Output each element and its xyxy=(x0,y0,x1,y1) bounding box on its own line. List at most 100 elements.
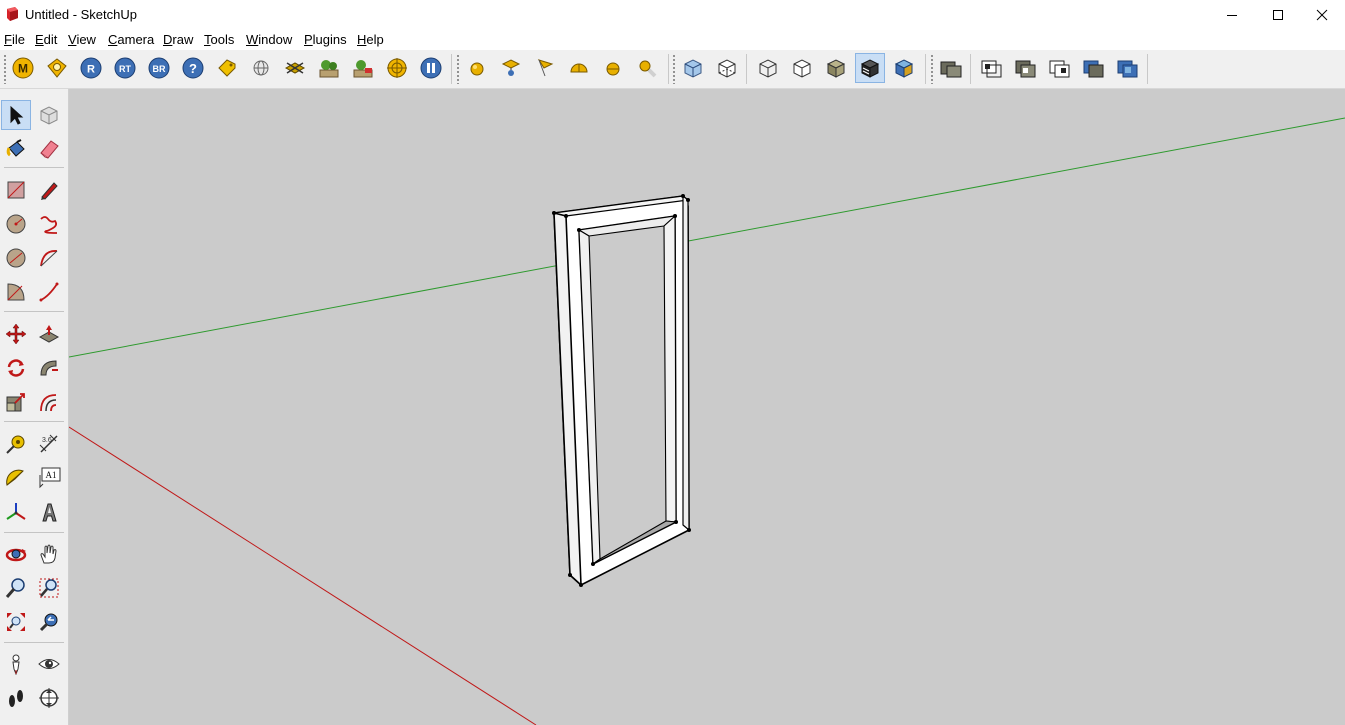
orbit-tool[interactable] xyxy=(1,539,31,569)
menu-help[interactable]: Help xyxy=(357,32,384,47)
close-button[interactable] xyxy=(1299,0,1345,30)
shaded-button[interactable] xyxy=(821,53,851,83)
hidden-line-button[interactable] xyxy=(787,53,817,83)
section-plane-tool[interactable] xyxy=(34,683,64,713)
three-point-arc-tool[interactable] xyxy=(34,277,64,307)
scale-tool[interactable] xyxy=(1,387,31,417)
move-tool[interactable] xyxy=(1,319,31,349)
wireframe-cube-icon xyxy=(759,59,777,78)
dimension-tool[interactable]: 3.6 xyxy=(34,429,64,459)
geolocation-button[interactable] xyxy=(314,53,344,83)
walk-tool[interactable] xyxy=(1,683,31,713)
back-edges-button[interactable] xyxy=(712,53,742,83)
axes-tool[interactable] xyxy=(1,497,31,527)
menu-view[interactable]: View xyxy=(68,32,96,47)
extension-warehouse-button[interactable] xyxy=(42,53,72,83)
toolbar-button-m[interactable]: M xyxy=(8,53,38,83)
zoom-window-tool[interactable] xyxy=(34,573,64,603)
polygon-tool[interactable] xyxy=(1,243,31,273)
menu-camera[interactable]: Camera xyxy=(108,32,154,47)
toolbar-grip[interactable] xyxy=(456,54,460,84)
target-button[interactable] xyxy=(382,53,412,83)
help-button[interactable]: ? xyxy=(178,53,208,83)
toolbar-grip[interactable] xyxy=(3,54,7,84)
menu-window-mnemonic: W xyxy=(246,32,259,47)
eraser-tool[interactable] xyxy=(34,134,64,164)
arc-tool[interactable] xyxy=(34,243,64,273)
follow-me-tool[interactable] xyxy=(34,353,64,383)
iso-view-button[interactable] xyxy=(936,53,966,83)
pause-button[interactable] xyxy=(416,53,446,83)
select-tool[interactable] xyxy=(1,100,31,130)
menu-draw[interactable]: Draw xyxy=(163,32,193,47)
rectangle-tool[interactable] xyxy=(1,175,31,205)
flag-button[interactable] xyxy=(530,53,560,83)
menu-file[interactable]: File xyxy=(4,32,25,47)
move-arrows-icon xyxy=(5,323,27,345)
rotate-tool[interactable] xyxy=(1,353,31,383)
make-component-tool[interactable] xyxy=(34,100,64,130)
offset-tool[interactable] xyxy=(34,387,64,417)
menu-edit-label: dit xyxy=(43,32,58,47)
globe-icon xyxy=(253,60,269,76)
3d-text-tool[interactable] xyxy=(34,497,64,527)
add-location-button[interactable] xyxy=(348,53,378,83)
minimize-button[interactable] xyxy=(1209,0,1255,30)
toolbar-button-r[interactable]: R xyxy=(76,53,106,83)
follow-me-icon xyxy=(40,360,58,376)
freehand-tool[interactable] xyxy=(34,209,64,239)
section-plane-icon xyxy=(39,688,59,708)
protractor-tool[interactable] xyxy=(1,463,31,493)
sphere-button[interactable] xyxy=(462,53,492,83)
look-around-tool[interactable] xyxy=(34,649,64,679)
line-tool[interactable] xyxy=(34,175,64,205)
minimize-icon xyxy=(1227,15,1237,16)
previous-view-tool[interactable] xyxy=(34,607,64,637)
xray-button[interactable] xyxy=(678,53,708,83)
toolbar-button-rt[interactable]: RT xyxy=(110,53,140,83)
zoom-extents-tool[interactable] xyxy=(1,607,31,637)
text-tool[interactable]: A1 xyxy=(34,463,64,493)
menu-window[interactable]: Window xyxy=(246,32,292,47)
toolbar-grip[interactable] xyxy=(672,54,676,84)
polygon-icon xyxy=(6,248,26,268)
right-view-button[interactable] xyxy=(1045,53,1075,83)
push-pull-tool[interactable] xyxy=(34,319,64,349)
zoom-tool[interactable] xyxy=(1,573,31,603)
wireframe-button[interactable] xyxy=(753,53,783,83)
m-badge-icon: M xyxy=(12,57,34,79)
door-frame-model[interactable] xyxy=(552,194,691,587)
target-icon xyxy=(387,58,407,78)
circle-tool[interactable] xyxy=(1,209,31,239)
menu-camera-mnemonic: C xyxy=(108,32,118,47)
toolbar-button-br[interactable]: BR xyxy=(144,53,174,83)
globe-button[interactable] xyxy=(246,53,276,83)
textured-button[interactable] xyxy=(889,53,919,83)
rotate-icon xyxy=(7,359,25,377)
three-point-arc-icon xyxy=(39,282,59,302)
pan-tool[interactable] xyxy=(34,539,64,569)
tape-measure-tool[interactable] xyxy=(1,429,31,459)
toolbar-grip[interactable] xyxy=(930,54,934,84)
section-cut-button[interactable] xyxy=(280,53,310,83)
menu-edit[interactable]: Edit xyxy=(35,32,57,47)
menu-plugins[interactable]: Plugins xyxy=(304,32,347,47)
front-view-button[interactable] xyxy=(1011,53,1041,83)
maximize-button[interactable] xyxy=(1255,0,1301,30)
pie-tool[interactable] xyxy=(1,277,31,307)
paint-bucket-tool[interactable] xyxy=(1,134,31,164)
top-view-button[interactable] xyxy=(977,53,1007,83)
back-view-button[interactable] xyxy=(1079,53,1109,83)
menu-tools[interactable]: Tools xyxy=(204,32,234,47)
terrain-trees-icon xyxy=(319,60,339,78)
tag-button[interactable] xyxy=(212,53,242,83)
camera-position-button[interactable] xyxy=(496,53,526,83)
position-camera-tool[interactable] xyxy=(1,649,31,679)
left-view-button[interactable] xyxy=(1113,53,1143,83)
dome-button[interactable] xyxy=(564,53,594,83)
help-icon: ? xyxy=(182,57,204,79)
half-sphere-button[interactable] xyxy=(598,53,628,83)
monochrome-button[interactable] xyxy=(855,53,885,83)
drawing-viewport[interactable] xyxy=(69,89,1345,725)
shadows-button[interactable] xyxy=(632,53,662,83)
